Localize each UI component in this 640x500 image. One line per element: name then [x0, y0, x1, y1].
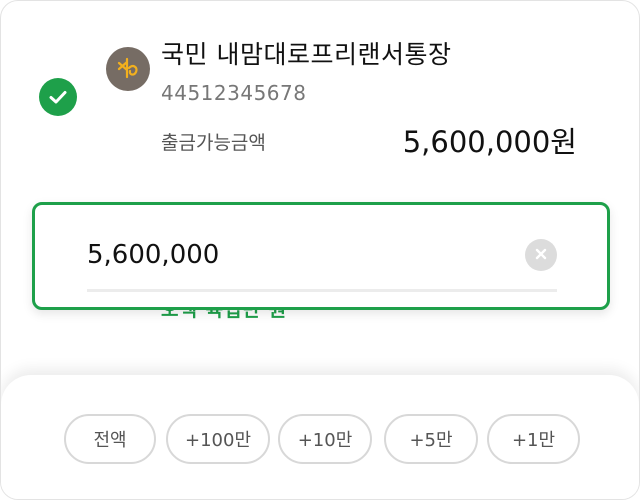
quick-button-100man[interactable]: +100만: [166, 414, 270, 464]
amount-input[interactable]: [87, 237, 507, 273]
balance-value: 5,600,000원: [402, 125, 577, 159]
quick-button-1man[interactable]: +1만: [487, 414, 580, 464]
quick-button-10man[interactable]: +10만: [278, 414, 372, 464]
amount-input-box[interactable]: [32, 202, 610, 310]
account-number: 44512345678: [161, 81, 307, 105]
kb-bank-logo-icon: [106, 47, 150, 91]
selected-check-icon[interactable]: [39, 78, 77, 116]
quick-button-5man[interactable]: +5만: [384, 414, 478, 464]
clear-button[interactable]: [525, 239, 557, 271]
quick-button-full[interactable]: 전액: [64, 414, 156, 464]
transfer-screen: 국민 내맘대로프리랜서통장 44512345678 출금가능금액 5,600,0…: [0, 0, 640, 500]
quick-amount-sheet: 전액 +100만 +10만 +5만 +1만: [1, 375, 639, 499]
balance-label: 출금가능금액: [161, 132, 266, 154]
input-underline: [87, 289, 557, 292]
close-icon: [534, 246, 548, 265]
account-name: 국민 내맘대로프리랜서통장: [161, 40, 452, 69]
